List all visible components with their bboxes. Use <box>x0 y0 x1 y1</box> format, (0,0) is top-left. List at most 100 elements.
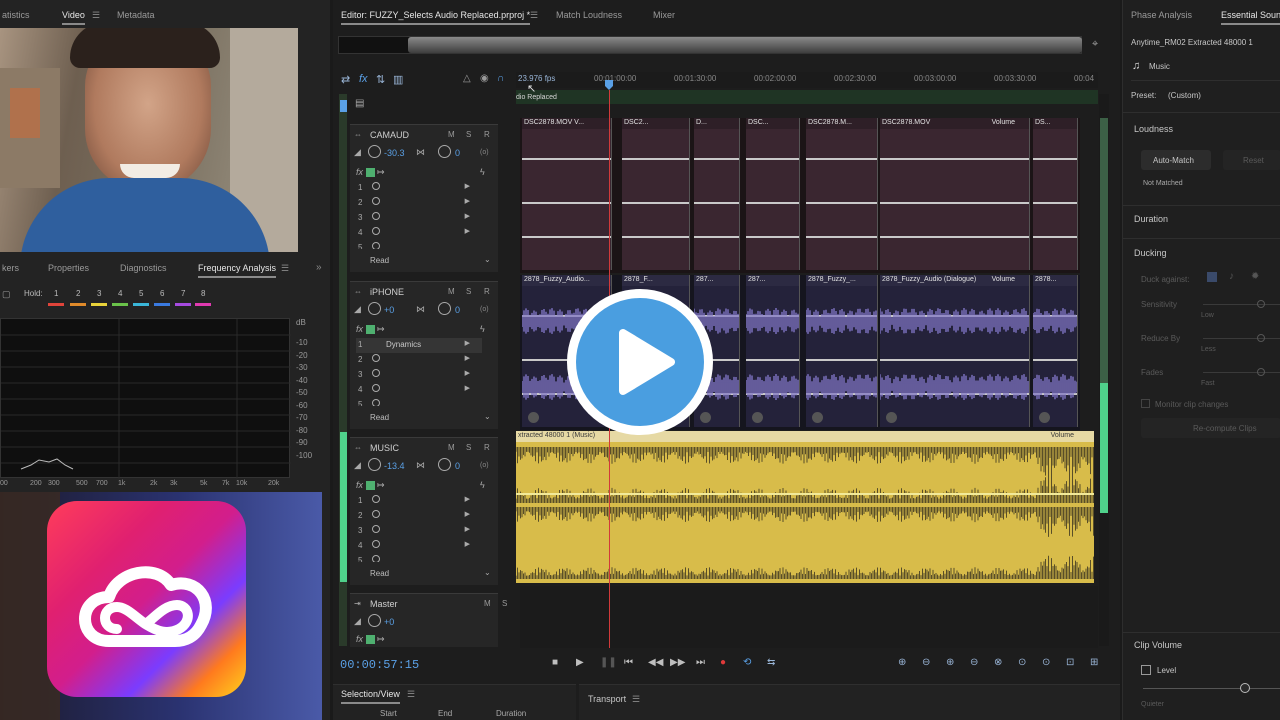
mute-button[interactable]: M <box>448 443 455 452</box>
hold-4[interactable]: 4 <box>118 289 122 298</box>
tab-frequency-analysis[interactable]: Frequency Analysis <box>198 263 277 278</box>
menu-icon[interactable]: ☰ <box>632 694 640 705</box>
fx-power-icon[interactable]: fx ↦ <box>356 634 385 645</box>
sensitivity-slider-handle[interactable] <box>1257 300 1265 308</box>
pan-knob[interactable] <box>438 458 451 471</box>
play-button-icon[interactable] <box>567 289 713 435</box>
track-expand-icon[interactable]: ⇔ <box>354 130 362 139</box>
effect-slot-2[interactable]: 2 ▶ <box>356 196 482 211</box>
zoom-out-amplitude-icon[interactable]: ⊖ <box>922 657 930 668</box>
zoom-in-time-icon[interactable]: ⊕ <box>946 657 954 668</box>
volume-value[interactable]: +0 <box>384 305 394 315</box>
hold-5[interactable]: 5 <box>139 289 143 298</box>
track-clip[interactable]: 2878_Fuzzy_... <box>806 275 878 427</box>
clip-fx-icon[interactable] <box>886 412 897 423</box>
track-clip[interactable]: DSC2... <box>622 118 690 270</box>
effect-slot-3[interactable]: 3 ▶ <box>356 211 482 226</box>
volume-envelope-line[interactable] <box>622 158 689 160</box>
track-name[interactable]: CAMAUD <box>370 130 409 140</box>
eq-icon[interactable]: ▥ <box>393 73 403 86</box>
track-name[interactable]: MUSIC <box>370 443 399 453</box>
sends-icon[interactable]: ⇅ <box>376 73 385 86</box>
volume-envelope-line[interactable] <box>622 236 689 238</box>
volume-envelope-line[interactable] <box>806 158 877 160</box>
fx-toggle-icon[interactable]: fx <box>359 73 368 85</box>
menu-icon[interactable]: ☰ <box>407 689 415 700</box>
track-list-icon[interactable]: ▤ <box>355 98 364 109</box>
volume-envelope-line[interactable] <box>746 158 799 160</box>
volume-knob[interactable] <box>368 145 381 158</box>
volume-envelope-line[interactable] <box>746 236 799 238</box>
pause-button[interactable]: ❚❚ <box>600 657 617 668</box>
volume-envelope-line[interactable] <box>522 158 611 160</box>
hold-7[interactable]: 7 <box>181 289 185 298</box>
level-slider-handle[interactable] <box>1240 683 1250 693</box>
volume-knob[interactable] <box>368 458 381 471</box>
tab-mixer[interactable]: Mixer <box>653 10 675 20</box>
fades-slider[interactable] <box>1203 372 1280 373</box>
tab-video[interactable]: Video <box>62 10 85 25</box>
stop-button[interactable]: ■ <box>552 657 558 668</box>
track-clip[interactable]: DSC2878.M... <box>806 118 878 270</box>
tab-diagnostics[interactable]: Diagnostics <box>120 263 167 273</box>
volume-envelope-line[interactable] <box>522 202 611 204</box>
track-clip[interactable]: 287... <box>746 275 800 427</box>
sum-icon[interactable]: (o) <box>480 149 489 156</box>
automation-mode[interactable]: Read <box>370 256 389 265</box>
effect-slot-3[interactable]: 3 ▶ <box>356 368 482 383</box>
volume-envelope-line[interactable] <box>522 236 611 238</box>
pan-value[interactable]: 0 <box>455 461 460 471</box>
timecode-display[interactable]: 00:00:57:15 <box>340 658 419 672</box>
overview-scroll-handle[interactable] <box>408 37 1082 53</box>
fx-power-icon[interactable]: fx ↦ <box>356 480 385 491</box>
reduce-by-slider-handle[interactable] <box>1257 334 1265 342</box>
preset-dropdown[interactable]: (Custom) <box>1168 91 1201 100</box>
zoom-out-point-icon[interactable]: ⊙ <box>1042 657 1050 668</box>
pan-knob[interactable] <box>438 302 451 315</box>
zoom-track-icon[interactable]: ⊞ <box>1090 657 1098 668</box>
tab-statistics[interactable]: atistics <box>2 10 30 20</box>
rewind-button[interactable]: ◀◀ <box>648 657 663 668</box>
level-checkbox[interactable] <box>1141 665 1151 675</box>
clip-fx-icon[interactable] <box>528 412 539 423</box>
music-clip[interactable]: xtracted 48000 1 (Music) Volume <box>516 431 1094 583</box>
track-clip[interactable]: DSC2878.MOV V... <box>522 118 612 270</box>
duration-header[interactable]: Duration <box>1134 214 1168 224</box>
loop-button[interactable]: ⟲ <box>743 657 751 668</box>
dropdown-chevron-icon[interactable]: ⌄ <box>484 255 491 264</box>
ducking-header[interactable]: Ducking <box>1134 248 1167 258</box>
volume-value[interactable]: +0 <box>384 617 394 627</box>
reduce-by-slider[interactable] <box>1203 338 1280 339</box>
record-arm-button[interactable]: R <box>484 130 490 139</box>
sum-icon[interactable]: (o) <box>480 306 489 313</box>
tab-match-loudness[interactable]: Match Loudness <box>556 10 622 20</box>
effect-slot-5[interactable]: 5 <box>356 554 482 562</box>
effect-slot-2[interactable]: 2 ▶ <box>356 509 482 524</box>
volume-envelope-line[interactable] <box>622 202 689 204</box>
menu-icon[interactable]: ☰ <box>92 10 100 21</box>
menu-icon[interactable]: ☰ <box>530 10 538 21</box>
pan-knob[interactable] <box>438 145 451 158</box>
volume-value[interactable]: -30.3 <box>384 148 405 158</box>
effect-slot-4[interactable]: 4 ▶ <box>356 539 482 554</box>
tab-selection-view[interactable]: Selection/View <box>341 689 400 704</box>
snapshot-icon[interactable]: ▢ <box>2 289 11 300</box>
metronome-icon[interactable]: △ <box>463 73 471 84</box>
volume-envelope-line[interactable] <box>694 202 739 204</box>
skip-button[interactable]: ⇆ <box>767 657 775 668</box>
monitor-checkbox[interactable] <box>1141 399 1150 408</box>
track-clip[interactable]: D... <box>694 118 740 270</box>
effect-slot-3[interactable]: 3 ▶ <box>356 524 482 539</box>
hold-6[interactable]: 6 <box>160 289 164 298</box>
clip-volume-header[interactable]: Clip Volume <box>1134 640 1182 650</box>
automation-mode[interactable]: Read <box>370 569 389 578</box>
zoom-out-time-icon[interactable]: ⊖ <box>970 657 978 668</box>
go-to-start-button[interactable]: ⏮ <box>624 657 633 668</box>
zoom-selection-icon[interactable]: ⊡ <box>1066 657 1074 668</box>
dialogue-type-icon[interactable] <box>1207 272 1217 282</box>
effect-slot-5[interactable]: 5 <box>356 398 482 406</box>
hold-3[interactable]: 3 <box>97 289 101 298</box>
tab-transport[interactable]: Transport <box>588 694 626 704</box>
volume-envelope-line[interactable] <box>1033 236 1077 238</box>
sensitivity-slider[interactable] <box>1203 304 1280 305</box>
